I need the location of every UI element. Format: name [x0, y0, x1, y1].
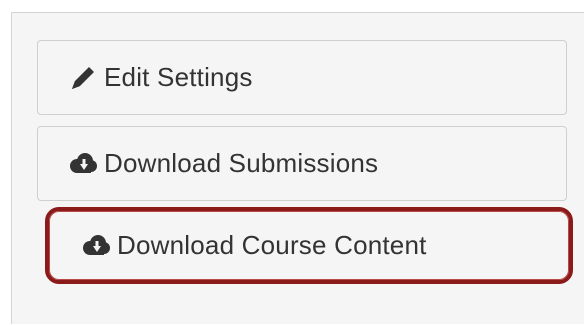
- download-course-content-label: Download Course Content: [117, 230, 427, 260]
- download-submissions-label: Download Submissions: [104, 148, 379, 178]
- cloud-download-icon: [79, 229, 113, 263]
- download-submissions-button[interactable]: Download Submissions: [37, 126, 567, 201]
- cloud-download-icon: [66, 147, 100, 181]
- edit-settings-label: Edit Settings: [104, 62, 253, 92]
- edit-settings-button[interactable]: Edit Settings: [37, 40, 567, 115]
- pencil-icon: [66, 61, 100, 95]
- download-course-content-button[interactable]: Download Course Content: [45, 207, 573, 284]
